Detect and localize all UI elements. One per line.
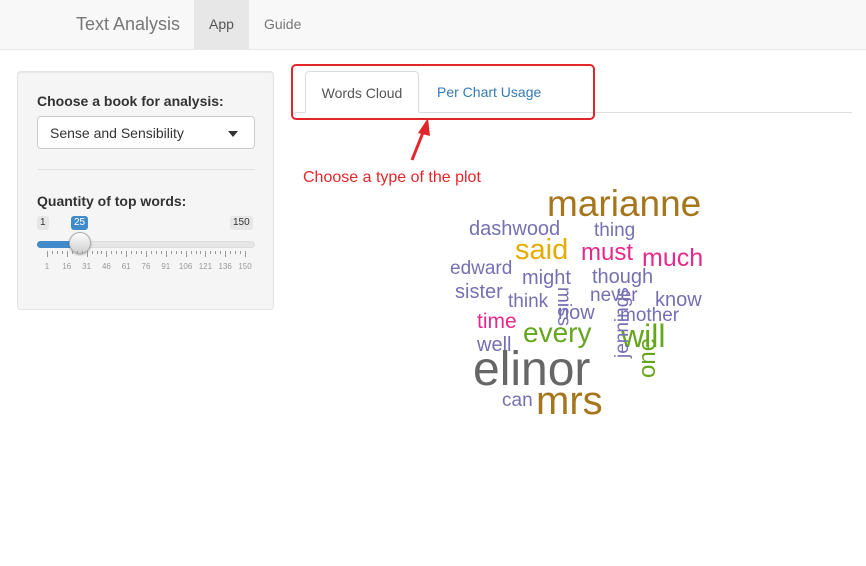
cloud-word-edward: edward <box>450 258 513 279</box>
cloud-word-though: though <box>592 266 654 288</box>
cloud-word-said: said <box>515 234 569 266</box>
word-cloud: marianne dashwood thing said must much edward m… <box>440 175 740 435</box>
cloud-word-mrs: mrs <box>536 379 603 423</box>
cloud-word-one: one <box>634 337 661 378</box>
cloud-word-think: think <box>508 291 549 312</box>
cloud-word-jennings: jennings <box>612 287 633 358</box>
cloud-word-marianne: marianne <box>547 183 702 224</box>
cloud-word-can: can <box>502 390 533 411</box>
cloud-word-time: time <box>477 310 517 333</box>
cloud-word-must: must <box>581 239 634 266</box>
cloud-word-sister: sister <box>455 281 503 303</box>
cloud-word-thing: thing <box>594 220 636 241</box>
cloud-word-might: might <box>522 267 571 289</box>
